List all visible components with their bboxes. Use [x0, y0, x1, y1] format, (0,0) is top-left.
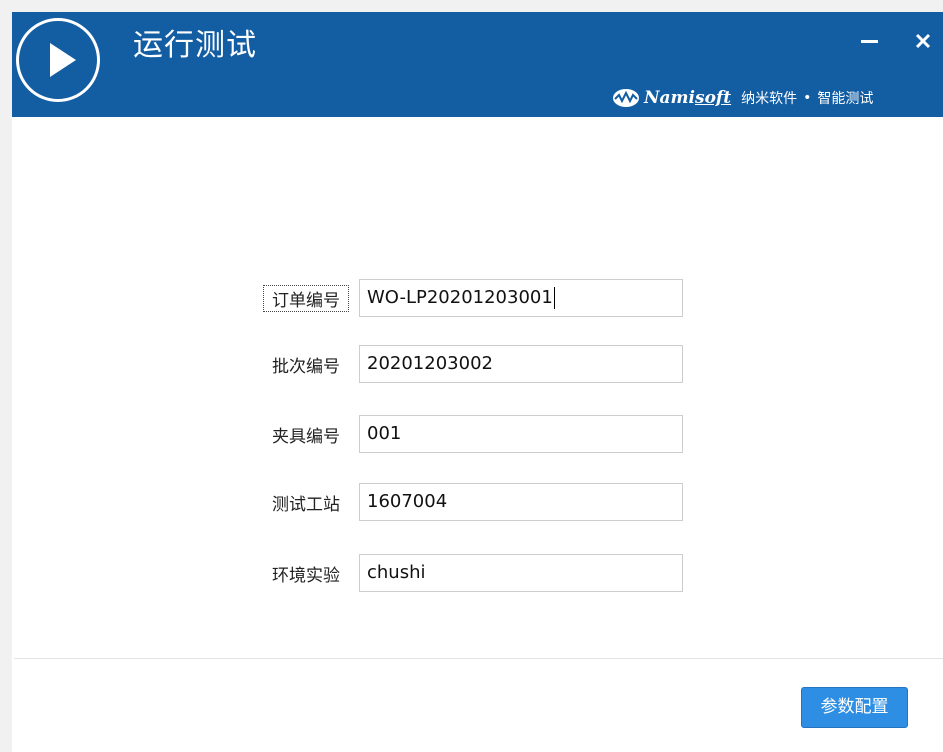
footer-divider: [14, 658, 943, 659]
environment-experiment-input[interactable]: chushi: [359, 554, 683, 592]
test-station-label: 测试工站: [272, 495, 340, 515]
namisoft-logo-icon: [613, 89, 639, 107]
close-icon: [915, 33, 931, 49]
minimize-button[interactable]: [854, 28, 884, 56]
test-station-input[interactable]: 1607004: [359, 483, 683, 521]
run-test-window: 运行测试 Namisoft 纳米软件 • 智能测试 订单编号 WO-LP2020…: [12, 12, 943, 752]
parameter-config-button[interactable]: 参数配置: [801, 687, 908, 728]
brand-slogan: 智能测试: [817, 91, 874, 107]
minimize-icon: [861, 40, 878, 43]
window-title: 运行测试: [133, 28, 257, 63]
text-caret: [553, 287, 555, 309]
close-button[interactable]: [909, 28, 939, 56]
order-number-input[interactable]: WO-LP20201203001: [359, 279, 683, 317]
brand-name: Namisoft: [644, 88, 732, 108]
brand-separator: •: [803, 90, 812, 106]
batch-number-input[interactable]: 20201203002: [359, 345, 683, 383]
batch-number-label: 批次编号: [272, 357, 340, 377]
fixture-number-label: 夹具编号: [272, 427, 340, 447]
fixture-number-input[interactable]: 001: [359, 415, 683, 453]
title-bar: 运行测试 Namisoft 纳米软件 • 智能测试: [12, 12, 943, 117]
order-number-label: 订单编号: [263, 285, 349, 312]
play-icon: [16, 18, 100, 102]
brand-chinese-name: 纳米软件: [741, 91, 798, 107]
brand-area: Namisoft 纳米软件 • 智能测试: [612, 86, 873, 110]
environment-experiment-label: 环境实验: [272, 566, 340, 586]
